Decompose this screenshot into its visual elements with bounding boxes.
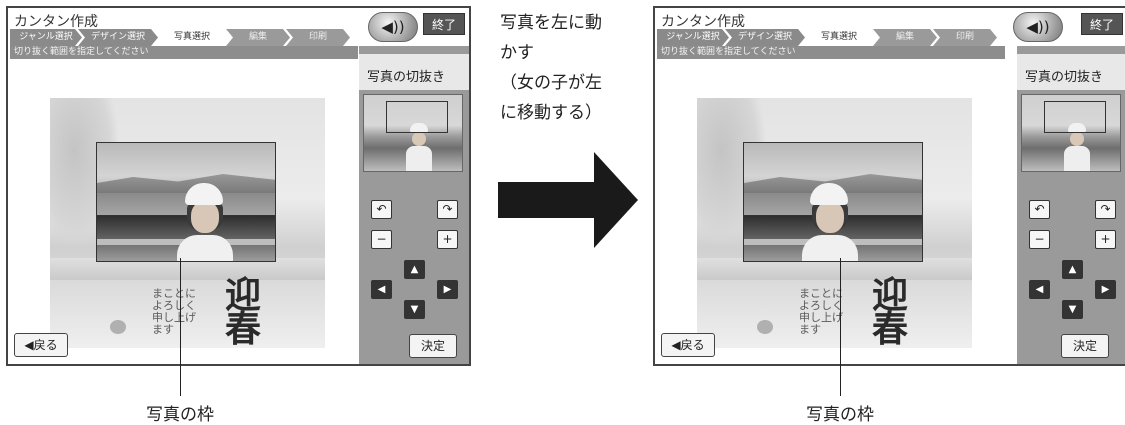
annotation-text: 写真を左に動 かす （女の子が左 に移動する） [500,8,602,128]
caption-photo-frame-left: 写真の枠 [146,405,214,425]
app-title: カンタン作成 [14,14,98,30]
crop-thumbnail [1021,94,1121,172]
thumb-selection-box [386,101,448,133]
move-right-button[interactable]: ▶ [1095,280,1116,299]
step-edit[interactable]: 編集 [873,29,937,46]
step-genre[interactable]: ジャンル選択 [10,29,82,46]
callout-line-right [840,258,841,396]
instruction-text: 切り抜く範囲を指定してください [10,46,358,59]
thumb-shirt [1064,146,1090,171]
flower-stamp-icon [757,320,773,334]
rotate-left-icon[interactable]: ↶ [371,200,392,219]
photo-frame[interactable] [743,142,923,262]
card-kanji: 迎春 [224,274,261,350]
girl-shirt [802,235,858,261]
thumb-shirt [406,146,432,171]
zoom-out-icon[interactable]: − [371,230,392,249]
annotation-line-4: に移動する） [500,103,602,123]
back-button[interactable]: ◀戻る [14,333,68,357]
step-breadcrumb: ジャンル選択 デザイン選択 写真選択 編集 印刷 [10,29,410,46]
thumb-selection-box [1044,101,1106,133]
sound-button[interactable]: ◀)) [368,12,418,42]
step-photo[interactable]: 写真選択 [154,29,230,46]
move-down-button[interactable]: ▼ [1062,300,1083,319]
end-button[interactable]: 終了 [1081,13,1123,35]
thumb-face [412,132,426,146]
photo-frame[interactable] [96,142,276,262]
callout-line-left [180,258,181,396]
annotation-line-3: （女の子が左 [500,73,602,93]
annotation-line-2: かす [500,43,534,63]
instruction-text: 切り抜く範囲を指定してください [657,46,1005,59]
speaker-icon: ◀)) [381,18,405,36]
move-right-button[interactable]: ▶ [437,280,458,299]
screen-after: カンタン作成 ジャンル選択 デザイン選択 写真選択 編集 印刷 切り抜く範囲を指… [653,6,1125,366]
speaker-icon: ◀)) [1026,18,1050,36]
move-up-button[interactable]: ▲ [404,260,425,279]
zoom-in-icon[interactable]: + [437,230,458,249]
rotate-left-icon[interactable]: ↶ [1029,200,1050,219]
step-edit[interactable]: 編集 [226,29,290,46]
girl-shirt [177,235,233,261]
crop-panel: 写真の切抜き ↶ ↷ − + ▲ ◀ ▶ ▼ 決定 [1017,46,1125,364]
card-message: まことに よろしく 申し上げます [799,287,843,336]
step-design[interactable]: デザイン選択 [78,29,158,46]
rotate-right-icon[interactable]: ↷ [437,200,458,219]
move-left-button[interactable]: ◀ [371,280,392,299]
crop-thumbnail [363,94,463,172]
step-print[interactable]: 印刷 [286,29,350,46]
caption-photo-frame-right: 写真の枠 [806,405,874,425]
decide-button[interactable]: 決定 [409,334,457,358]
card-kanji: 迎春 [871,274,908,350]
step-photo[interactable]: 写真選択 [801,29,877,46]
step-genre[interactable]: ジャンル選択 [657,29,729,46]
move-up-button[interactable]: ▲ [1062,260,1083,279]
annotation-line-1: 写真を左に動 [500,13,602,33]
girl-face [191,201,219,233]
card-message: まことに よろしく 申し上げます [152,287,196,336]
step-design[interactable]: デザイン選択 [725,29,805,46]
end-button[interactable]: 終了 [423,13,465,35]
girl-face [816,201,844,233]
rotate-right-icon[interactable]: ↷ [1095,200,1116,219]
step-print[interactable]: 印刷 [933,29,997,46]
flower-stamp-icon [110,320,126,334]
screen-before: カンタン作成 ジャンル選択 デザイン選択 写真選択 編集 印刷 切り抜く範囲を指… [6,6,471,366]
sound-button[interactable]: ◀)) [1013,12,1063,42]
move-left-button[interactable]: ◀ [1029,280,1050,299]
panel-title: 写真の切抜き [367,70,446,85]
thumb-face [1070,132,1084,146]
right-arrow-icon [498,152,638,248]
back-button[interactable]: ◀戻る [661,333,715,357]
app-title: カンタン作成 [661,14,745,30]
crop-panel: 写真の切抜き ↶ ↷ − + ▲ ◀ ▶ ▼ 決定 [359,46,469,364]
step-breadcrumb: ジャンル選択 デザイン選択 写真選択 編集 印刷 [657,29,1057,46]
zoom-in-icon[interactable]: + [1095,230,1116,249]
zoom-out-icon[interactable]: − [1029,230,1050,249]
move-down-button[interactable]: ▼ [404,300,425,319]
panel-title: 写真の切抜き [1025,70,1104,85]
decide-button[interactable]: 決定 [1061,334,1109,358]
